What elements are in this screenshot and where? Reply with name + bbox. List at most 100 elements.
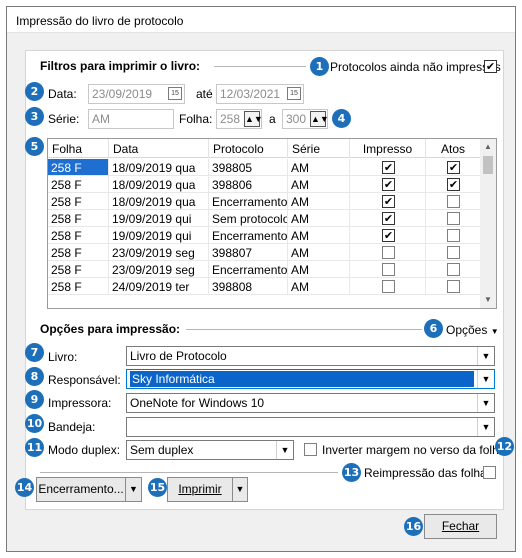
scroll-thumb[interactable] <box>483 156 493 174</box>
cell-atos[interactable]: ✔ <box>426 176 481 193</box>
col-atos[interactable]: Atos <box>426 139 481 158</box>
impresso-checkbox[interactable] <box>382 246 395 259</box>
cell-protocolo[interactable]: 398806 <box>209 176 288 193</box>
scroll-up-icon[interactable]: ▲ <box>480 139 496 155</box>
impressora-select[interactable]: OneNote for Windows 10 ▼ <box>126 393 495 413</box>
cell-protocolo[interactable]: Encerramento d <box>209 193 288 210</box>
cell-atos[interactable]: ✔ <box>426 159 481 176</box>
cell-serie[interactable]: AM <box>288 176 350 193</box>
col-data[interactable]: Data <box>109 139 209 158</box>
chevron-down-icon[interactable]: ▼ <box>232 478 247 501</box>
table-row[interactable]: 258 F 24/09/2019 ter 398808 AM <box>48 278 481 295</box>
responsavel-select[interactable]: Sky Informática ▼ <box>126 369 495 389</box>
calendar-icon[interactable]: 15 <box>287 87 301 100</box>
chevron-down-icon[interactable]: ▼ <box>125 478 141 501</box>
dropdown-arrow-icon[interactable]: ▼ <box>276 441 293 459</box>
table-row[interactable]: 258 F23/09/2019 segEncerramento dAM <box>48 261 481 278</box>
cell-protocolo[interactable]: Encerramento d <box>209 261 288 278</box>
dropdown-arrow-icon[interactable]: ▼ <box>477 347 494 365</box>
impresso-checkbox[interactable] <box>382 280 395 293</box>
table-row[interactable]: 258 F 18/09/2019 qua 398806 AM ✔ ✔ <box>48 176 481 193</box>
cell-data[interactable]: 18/09/2019 qua <box>109 159 209 176</box>
cell-serie[interactable]: AM <box>288 210 350 227</box>
fechar-button[interactable]: Fechar <box>424 514 497 539</box>
cell-serie[interactable]: AM <box>288 193 350 210</box>
cell-serie[interactable]: AM <box>288 261 350 278</box>
cell-atos[interactable] <box>426 227 481 244</box>
table-row[interactable]: 258 F19/09/2019 quiEncerramento dAM ✔ <box>48 227 481 244</box>
impresso-checkbox[interactable] <box>382 263 395 276</box>
protocol-grid[interactable]: Folha Data Protocolo Série Impresso Atos… <box>47 138 497 309</box>
cell-atos[interactable] <box>426 244 481 261</box>
impresso-checkbox[interactable]: ✔ <box>382 178 395 191</box>
cell-impresso[interactable]: ✔ <box>350 176 426 193</box>
cell-atos[interactable] <box>426 278 481 295</box>
reimpressao-checkbox[interactable] <box>483 466 496 479</box>
cell-data[interactable]: 19/09/2019 qui <box>109 227 209 244</box>
cell-atos[interactable] <box>426 193 481 210</box>
cell-impresso[interactable]: ✔ <box>350 210 426 227</box>
dropdown-arrow-icon[interactable]: ▼ <box>477 418 494 436</box>
cell-folha[interactable]: 258 F <box>48 193 109 210</box>
cell-folha[interactable]: 258 F <box>48 278 109 295</box>
cell-folha[interactable]: 258 F <box>48 176 109 193</box>
atos-checkbox[interactable] <box>447 229 460 242</box>
cell-serie[interactable]: AM <box>288 227 350 244</box>
dropdown-arrow-icon[interactable]: ▼ <box>477 394 494 412</box>
atos-checkbox[interactable] <box>447 212 460 225</box>
cell-data[interactable]: 18/09/2019 qua <box>109 176 209 193</box>
cell-folha[interactable]: 258 F <box>48 159 109 176</box>
cell-impresso[interactable] <box>350 261 426 278</box>
cell-protocolo[interactable]: Encerramento d <box>209 227 288 244</box>
cell-impresso[interactable]: ✔ <box>350 227 426 244</box>
cell-folha[interactable]: 258 F <box>48 210 109 227</box>
atos-checkbox[interactable] <box>447 195 460 208</box>
livro-select[interactable]: Livro de Protocolo ▼ <box>126 346 495 366</box>
cell-protocolo[interactable]: 398805 <box>209 159 288 176</box>
spin-updown-icon[interactable]: ▲▼ <box>244 111 261 127</box>
cell-data[interactable]: 23/09/2019 seg <box>109 261 209 278</box>
table-row[interactable]: 258 F18/09/2019 quaEncerramento dAM ✔ <box>48 193 481 210</box>
dropdown-arrow-icon[interactable]: ▼ <box>477 370 494 388</box>
cell-atos[interactable] <box>426 210 481 227</box>
table-row[interactable]: 258 F 18/09/2019 qua 398805 AM ✔ ✔ <box>48 159 481 176</box>
bandeja-select[interactable]: ▼ <box>126 417 495 437</box>
cell-impresso[interactable] <box>350 278 426 295</box>
calendar-icon[interactable]: 15 <box>168 87 182 100</box>
cell-protocolo[interactable]: Sem protocolos <box>209 210 288 227</box>
serie-field[interactable]: AM <box>88 109 174 129</box>
col-folha[interactable]: Folha <box>48 139 109 158</box>
cell-serie[interactable]: AM <box>288 159 350 176</box>
col-serie[interactable]: Série <box>288 139 350 158</box>
duplex-select[interactable]: Sem duplex ▼ <box>126 440 294 460</box>
cell-data[interactable]: 24/09/2019 ter <box>109 278 209 295</box>
impresso-checkbox[interactable]: ✔ <box>382 229 395 242</box>
inverter-margem-checkbox[interactable] <box>304 443 317 456</box>
col-impresso[interactable]: Impresso <box>350 139 426 158</box>
col-protocolo[interactable]: Protocolo <box>209 139 288 158</box>
cell-folha[interactable]: 258 F <box>48 244 109 261</box>
spin-updown-icon[interactable]: ▲▼ <box>310 111 327 127</box>
scroll-down-icon[interactable]: ▼ <box>480 292 496 308</box>
folha-to-field[interactable]: 300 ▲▼ <box>282 109 328 129</box>
atos-checkbox[interactable] <box>447 263 460 276</box>
grid-scrollbar[interactable]: ▲ ▼ <box>480 139 496 308</box>
cell-impresso[interactable]: ✔ <box>350 159 426 176</box>
cell-folha[interactable]: 258 F <box>48 261 109 278</box>
cell-protocolo[interactable]: 398808 <box>209 278 288 295</box>
impresso-checkbox[interactable]: ✔ <box>382 212 395 225</box>
cell-data[interactable]: 18/09/2019 qua <box>109 193 209 210</box>
cell-data[interactable]: 19/09/2019 qui <box>109 210 209 227</box>
folha-from-field[interactable]: 258 ▲▼ <box>216 109 262 129</box>
atos-checkbox[interactable] <box>447 246 460 259</box>
date-to-field[interactable]: 12/03/2021 15 <box>216 84 304 104</box>
cell-impresso[interactable]: ✔ <box>350 193 426 210</box>
only-unprinted-checkbox[interactable]: ✔ <box>484 60 497 73</box>
cell-protocolo[interactable]: 398807 <box>209 244 288 261</box>
atos-checkbox[interactable] <box>447 280 460 293</box>
cell-impresso[interactable] <box>350 244 426 261</box>
imprimir-button[interactable]: Imprimir ▼ <box>167 477 248 502</box>
cell-folha[interactable]: 258 F <box>48 227 109 244</box>
atos-checkbox[interactable]: ✔ <box>447 178 460 191</box>
cell-serie[interactable]: AM <box>288 278 350 295</box>
